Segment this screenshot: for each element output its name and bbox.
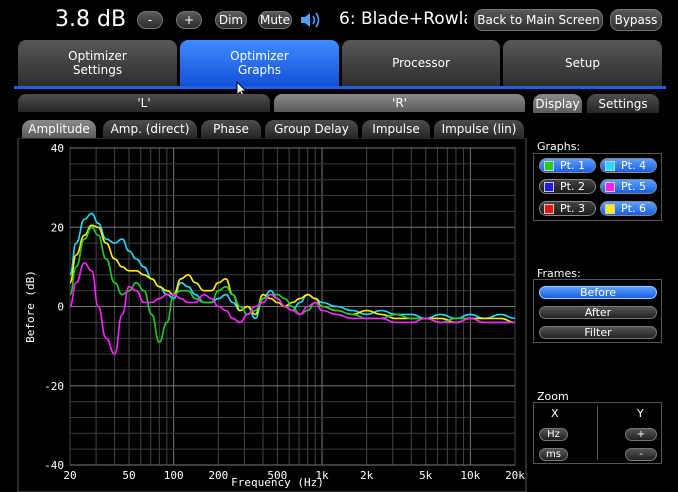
zoom-y-plus-button[interactable]: + <box>625 428 657 441</box>
color-swatch-icon <box>605 181 615 192</box>
speaker-icon[interactable] <box>299 10 325 30</box>
volume-down-button[interactable]: - <box>137 11 163 29</box>
x-tick-label: 100 <box>164 469 184 482</box>
graph-point-button-3[interactable]: Pt. 5 <box>600 179 657 194</box>
y-tick-label: 20 <box>51 221 64 234</box>
graph-point-label: Pt. 3 <box>560 202 585 215</box>
channel-right-tab[interactable]: 'R' <box>274 94 525 112</box>
y-tick-label: 0 <box>57 301 64 314</box>
tab-label-line2: Graphs <box>237 63 282 77</box>
channel-left-tab[interactable]: 'L' <box>18 94 270 112</box>
color-swatch-icon <box>544 160 554 171</box>
tab-impulse[interactable]: Impulse <box>362 120 430 138</box>
color-swatch-icon <box>544 181 554 192</box>
graph-point-button-5[interactable]: Pt. 6 <box>600 201 657 216</box>
graph-point-label: Pt. 2 <box>560 180 585 193</box>
zoom-hz-button[interactable]: Hz <box>539 428 568 441</box>
tab-setup[interactable]: Setup <box>503 40 662 86</box>
x-tick-label: 5k <box>419 469 433 482</box>
volume-up-button[interactable]: + <box>176 11 202 29</box>
tab-processor[interactable]: Processor <box>342 40 500 86</box>
dim-button[interactable]: Dim <box>215 11 247 29</box>
mute-button[interactable]: Mute <box>258 11 292 29</box>
tab-optimizer-settings[interactable]: Optimizer Settings <box>18 40 177 86</box>
graph-point-label: Pt. 6 <box>621 202 646 215</box>
frame-filter-button[interactable]: Filter <box>539 326 657 339</box>
back-to-main-button[interactable]: Back to Main Screen <box>474 9 603 31</box>
tab-display[interactable]: Display <box>533 94 582 113</box>
graph-point-label: Pt. 5 <box>621 180 646 193</box>
tab-phase[interactable]: Phase <box>201 120 261 138</box>
graph-point-button-4[interactable]: Pt. 3 <box>539 201 596 216</box>
tab-label: Setup <box>565 56 600 70</box>
tab-label: Processor <box>392 56 450 70</box>
tab-group-delay[interactable]: Group Delay <box>265 120 358 138</box>
tab-underline <box>14 86 666 89</box>
zoom-ms-button[interactable]: ms <box>539 448 568 461</box>
bypass-button[interactable]: Bypass <box>610 9 662 31</box>
volume-readout: 3.8 dB <box>55 7 127 32</box>
color-swatch-icon <box>605 203 615 214</box>
tab-label-line2: Settings <box>72 63 123 77</box>
color-swatch-icon <box>544 203 554 214</box>
x-tick-label: 20k <box>505 469 525 482</box>
tab-label-line1: Optimizer <box>68 49 127 63</box>
preset-name: 6: Blade+Rowla <box>339 9 467 29</box>
zoom-x-label: X <box>551 407 559 420</box>
x-axis-label: Frequency (Hz) <box>231 476 324 489</box>
frame-before-button[interactable]: Before <box>539 286 657 299</box>
tab-amplitude[interactable]: Amplitude <box>22 120 96 138</box>
zoom-y-label: Y <box>637 407 644 420</box>
x-tick-label: 2k <box>360 469 374 482</box>
tab-label-line1: Optimizer <box>230 49 289 63</box>
tab-settings-side[interactable]: Settings <box>587 94 659 113</box>
tab-impulse-lin[interactable]: Impulse (lin) <box>434 120 524 138</box>
color-swatch-icon <box>605 160 615 171</box>
x-tick-label: 10k <box>460 469 480 482</box>
y-tick-label: -20 <box>44 380 64 393</box>
zoom-divider <box>597 406 598 460</box>
tab-amp-direct[interactable]: Amp. (direct) <box>103 120 197 138</box>
y-tick-label: 40 <box>51 142 64 155</box>
graph-point-button-2[interactable]: Pt. 2 <box>539 179 596 194</box>
graph-point-button-1[interactable]: Pt. 4 <box>600 158 657 173</box>
tab-optimizer-graphs[interactable]: Optimizer Graphs <box>180 40 339 86</box>
graph-point-label: Pt. 1 <box>560 159 585 172</box>
y-axis-label: Before (dB) <box>24 270 37 343</box>
x-tick-label: 50 <box>122 469 135 482</box>
zoom-y-minus-button[interactable]: - <box>625 448 657 461</box>
frame-after-button[interactable]: After <box>539 306 657 319</box>
y-tick-label: -40 <box>44 459 64 472</box>
graph-point-button-0[interactable]: Pt. 1 <box>539 158 596 173</box>
graph-point-label: Pt. 4 <box>621 159 646 172</box>
amplitude-chart[interactable]: 20 50 100 200 500 1k 2k 5k 10k 20k40200-20-40Freq… <box>0 138 530 492</box>
graphs-panel-title: Graphs: <box>537 140 581 153</box>
x-tick-label: 20 <box>63 469 76 482</box>
x-tick-label: 200 <box>208 469 228 482</box>
